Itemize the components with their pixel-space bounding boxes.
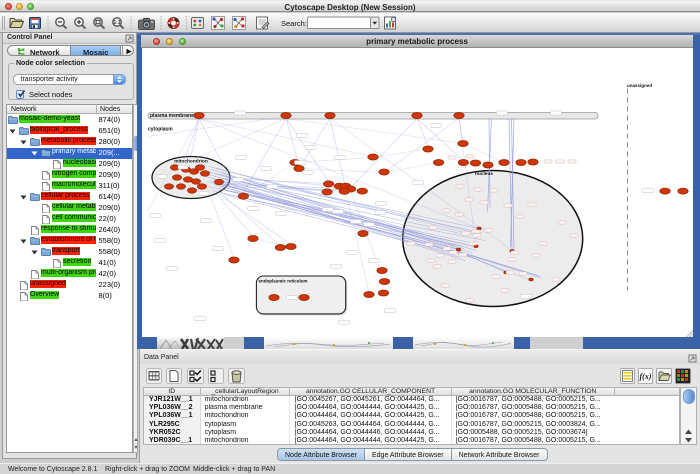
- svg-text:plasma membrane: plasma membrane: [150, 113, 194, 119]
- svg-text:f(x): f(x): [640, 372, 652, 381]
- svg-text:1:1: 1:1: [113, 20, 120, 26]
- svg-text:nucleus: nucleus: [475, 171, 493, 177]
- svg-text:unassigned: unassigned: [627, 83, 652, 88]
- svg-text:Search:: Search:: [281, 19, 307, 28]
- svg-text:endoplasmic reticulum: endoplasmic reticulum: [259, 278, 308, 283]
- svg-text:cytoplasm: cytoplasm: [148, 126, 173, 132]
- svg-text:mitochondrion: mitochondrion: [174, 158, 208, 164]
